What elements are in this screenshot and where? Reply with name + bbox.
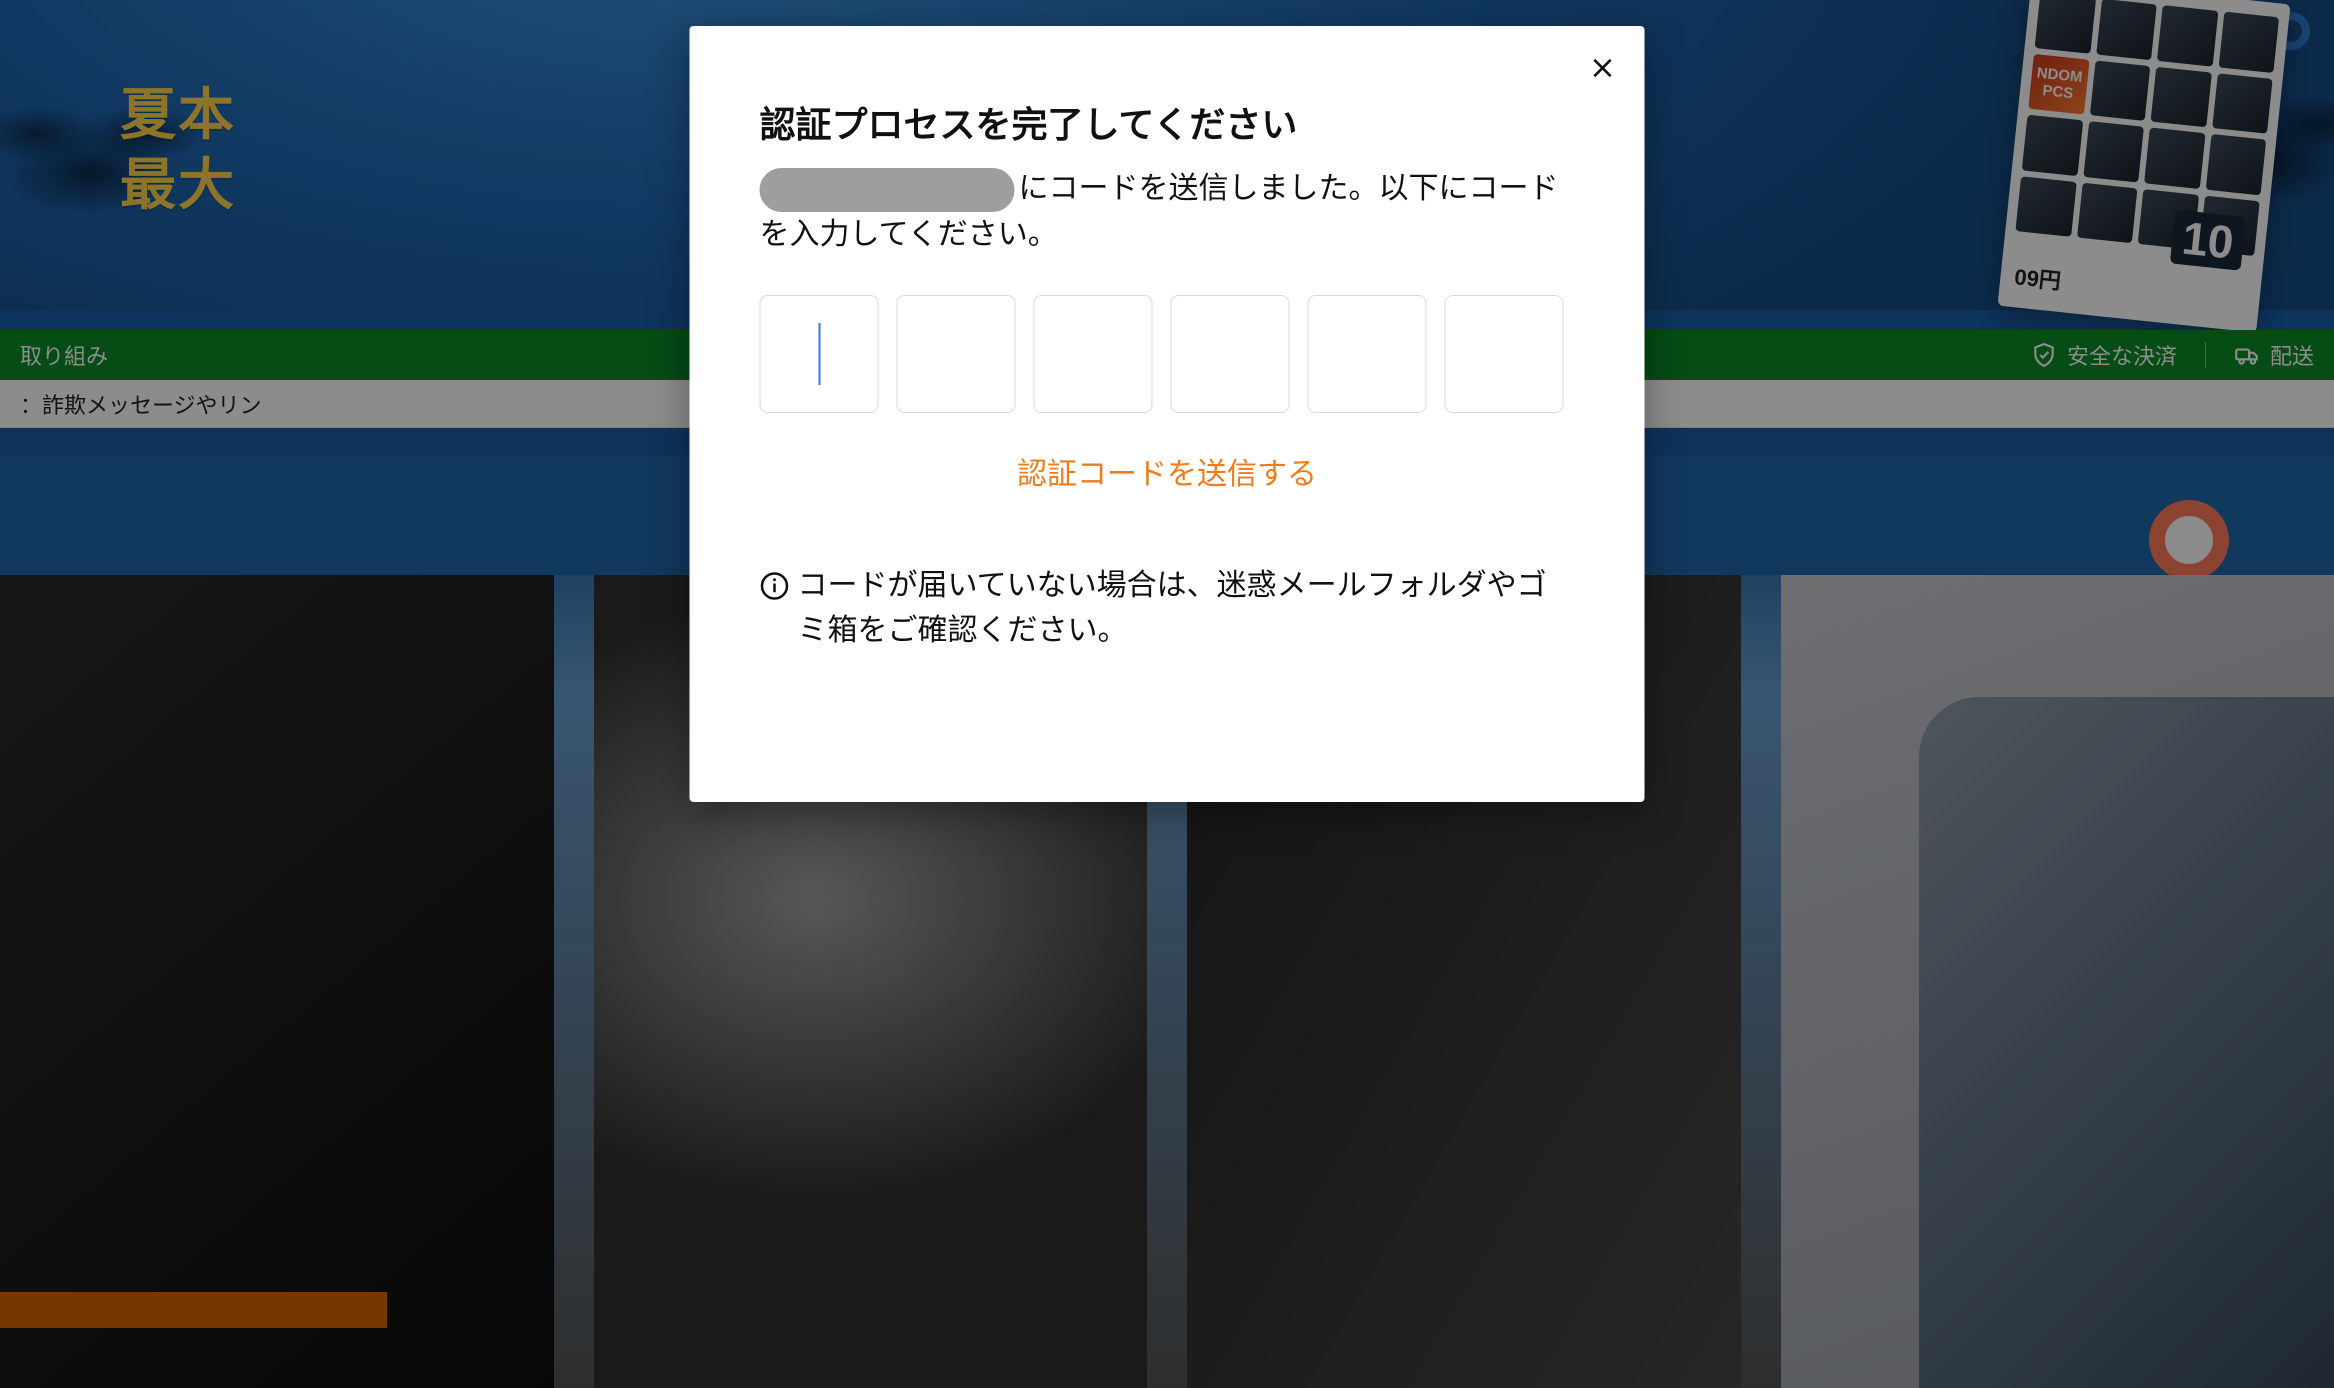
code-digit-3[interactable] bbox=[1034, 295, 1153, 413]
modal-title: 認証プロセスを完了してください bbox=[760, 96, 1575, 148]
close-icon bbox=[1589, 54, 1617, 82]
verification-modal: 認証プロセスを完了してください にコードを送信しました。以下にコードを入力してく… bbox=[690, 26, 1645, 802]
spam-folder-note: コードが届いていない場合は、迷惑メールフォルダやゴミ箱をご確認ください。 bbox=[760, 563, 1575, 653]
code-digit-4[interactable] bbox=[1171, 295, 1290, 413]
code-input-group bbox=[760, 295, 1575, 413]
close-button[interactable] bbox=[1583, 48, 1623, 88]
spam-folder-note-text: コードが届いていない場合は、迷惑メールフォルダやゴミ箱をご確認ください。 bbox=[798, 563, 1575, 653]
modal-description: にコードを送信しました。以下にコードを入力してください。 bbox=[760, 166, 1575, 257]
code-digit-1[interactable] bbox=[760, 295, 879, 413]
code-digit-5[interactable] bbox=[1308, 295, 1427, 413]
info-icon bbox=[760, 569, 790, 599]
code-digit-2[interactable] bbox=[897, 295, 1016, 413]
redacted-contact bbox=[760, 168, 1015, 212]
resend-code-link[interactable]: 認証コードを送信する bbox=[760, 449, 1575, 493]
code-digit-6[interactable] bbox=[1445, 295, 1564, 413]
